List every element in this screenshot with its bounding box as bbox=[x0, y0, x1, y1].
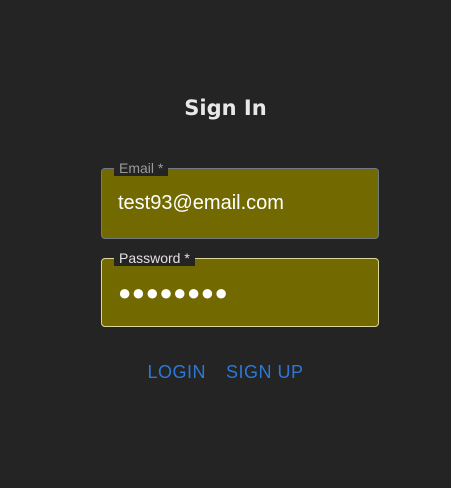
signup-button[interactable]: SIGN UP bbox=[220, 358, 310, 387]
email-field[interactable]: Email * test93@email.com bbox=[101, 160, 379, 239]
form-actions: LOGIN SIGN UP bbox=[0, 358, 451, 387]
password-field[interactable]: Password * ●●●●●●●● bbox=[101, 250, 379, 327]
password-value[interactable]: ●●●●●●●● bbox=[118, 259, 228, 326]
page-title: Sign In bbox=[184, 96, 267, 120]
sign-in-page: Sign In Email * test93@email.com Passwor… bbox=[0, 0, 451, 488]
login-button[interactable]: LOGIN bbox=[141, 358, 212, 387]
email-value[interactable]: test93@email.com bbox=[118, 169, 284, 238]
